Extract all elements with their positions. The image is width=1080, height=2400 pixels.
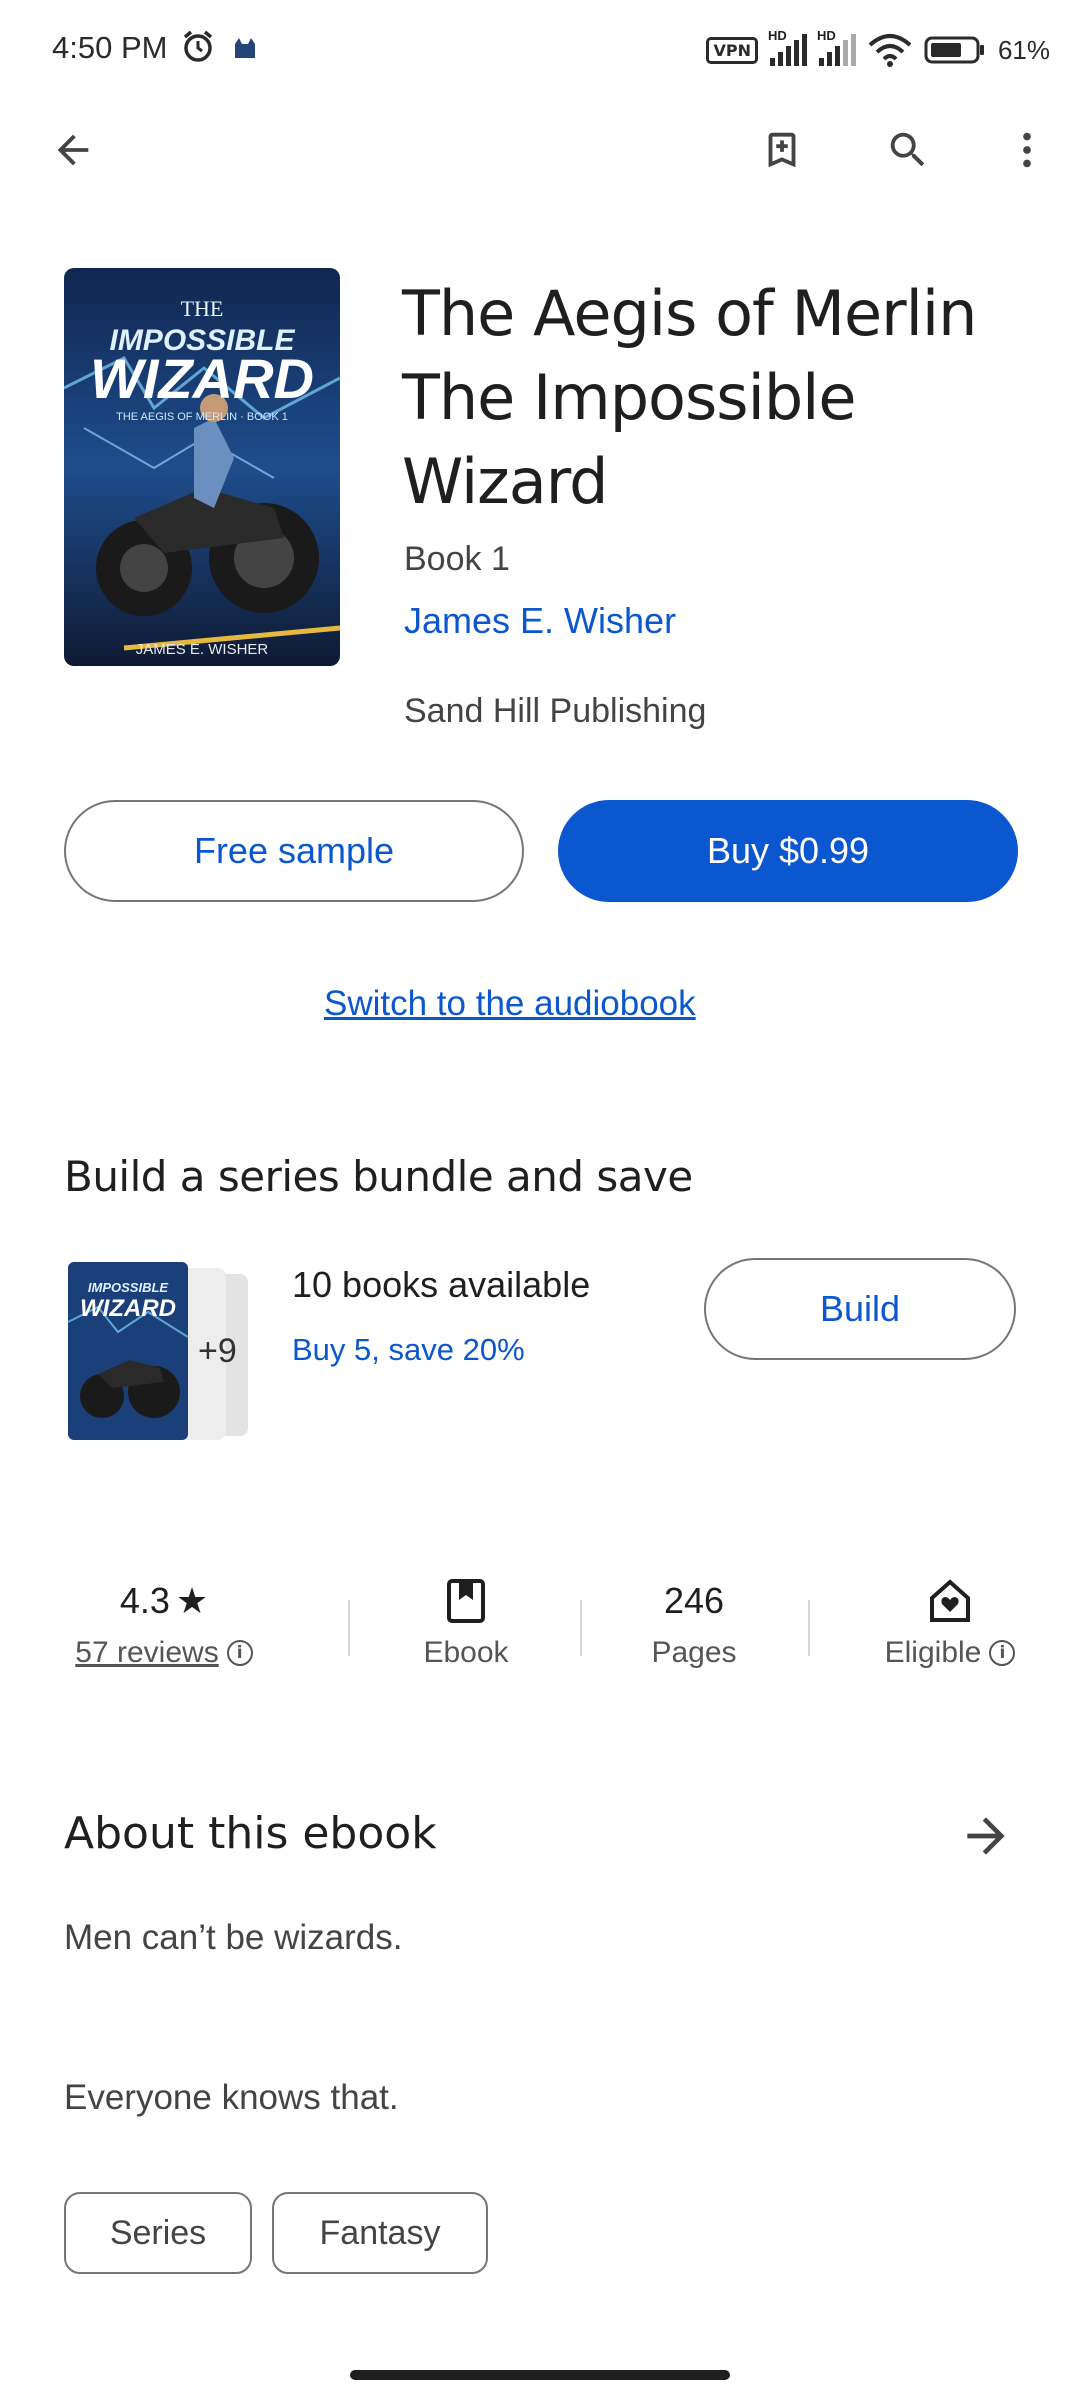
svg-text:WIZARD: WIZARD xyxy=(90,347,314,410)
description-line: Everyone knows that. xyxy=(64,2078,399,2117)
author-link[interactable]: James E. Wisher xyxy=(404,600,676,642)
book-cover[interactable]: THE IMPOSSIBLE WIZARD THE AEGIS OF MERLI… xyxy=(64,268,340,666)
series-link[interactable]: Book 1 xyxy=(404,540,510,579)
rating-value-row: 4.3 ★ xyxy=(44,1576,284,1626)
status-time: 4:50 PM xyxy=(52,30,168,65)
svg-text:THE: THE xyxy=(181,296,224,321)
app-notification-icon xyxy=(235,38,255,58)
wifi-icon xyxy=(868,34,912,67)
battery-percent: 61% xyxy=(997,34,1050,65)
status-icons: VPN HD HD 61% xyxy=(706,28,1050,70)
info-icon[interactable]: i xyxy=(989,1640,1016,1666)
svg-text:IMPOSSIBLE: IMPOSSIBLE xyxy=(88,1280,169,1295)
family-library-icon xyxy=(930,1579,970,1622)
svg-text:JAMES E. WISHER: JAMES E. WISHER xyxy=(136,641,269,658)
alarm-icon xyxy=(183,30,213,62)
pages-label: Pages xyxy=(651,1636,737,1669)
publisher-name: Sand Hill Publishing xyxy=(404,692,707,730)
free-sample-button[interactable]: Free sample xyxy=(64,800,524,902)
pages-stat: 246 Pages xyxy=(574,1576,814,1670)
bundle-thumbnail[interactable]: WIZARD IMPOSSIBLE +9 xyxy=(64,1260,252,1444)
info-icon[interactable]: i xyxy=(226,1640,253,1666)
bookmark-add-icon xyxy=(768,132,796,168)
description-line: Men can’t be wizards. xyxy=(64,1918,403,1957)
rating-value: 4.3 xyxy=(119,1580,170,1621)
eligible-label: Eligible xyxy=(884,1636,982,1669)
book-cover-art: THE IMPOSSIBLE WIZARD THE AEGIS OF MERLI… xyxy=(64,268,340,666)
home-indicator[interactable] xyxy=(350,2370,730,2380)
add-to-wishlist-button[interactable] xyxy=(722,80,842,220)
bundle-heading[interactable]: Build a series bundle and save xyxy=(64,1152,693,1201)
svg-text:WIZARD: WIZARD xyxy=(80,1295,176,1322)
ebook-icon xyxy=(447,1579,485,1623)
switch-to-audiobook-link[interactable]: Switch to the audiobook xyxy=(324,984,696,1024)
format-stat: Ebook xyxy=(346,1576,586,1670)
battery-icon xyxy=(924,36,984,64)
star-icon: ★ xyxy=(175,1580,209,1621)
genre-chip-series[interactable]: Series xyxy=(64,2192,252,2274)
svg-text:THE AEGIS OF MERLIN · BOOK 1: THE AEGIS OF MERLIN · BOOK 1 xyxy=(116,411,288,423)
pages-value: 246 xyxy=(663,1580,725,1621)
buy-button[interactable]: Buy $0.99 xyxy=(558,800,1018,902)
arrow-forward-icon[interactable] xyxy=(958,1808,1014,1864)
rating-stat[interactable]: 4.3 ★ 57 reviews i xyxy=(44,1576,284,1670)
vpn-icon: VPN xyxy=(706,36,758,64)
about-heading[interactable]: About this ebook xyxy=(64,1808,437,1859)
book-title: The Aegis of Merlin The Impossible Wizar… xyxy=(402,277,977,518)
search-icon xyxy=(890,132,925,167)
genre-chip-fantasy[interactable]: Fantasy xyxy=(272,2192,488,2274)
reviews-count[interactable]: 57 reviews xyxy=(75,1636,218,1670)
build-bundle-button[interactable]: Build xyxy=(704,1258,1016,1360)
back-button[interactable] xyxy=(0,80,146,220)
bundle-book-count: 10 books available xyxy=(292,1264,591,1305)
search-button[interactable] xyxy=(848,80,968,220)
format-label: Ebook xyxy=(423,1636,509,1669)
more-options-button[interactable] xyxy=(974,80,1080,220)
stat-divider xyxy=(808,1600,810,1656)
more-vert-icon xyxy=(1023,132,1031,168)
bundle-cover: WIZARD IMPOSSIBLE xyxy=(68,1262,188,1440)
signal-icon-2: HD xyxy=(817,28,856,66)
bundle-more-count: +9 xyxy=(198,1332,237,1370)
hd-label-2: HD xyxy=(816,28,836,43)
arrow-back-icon xyxy=(57,134,89,166)
bundle-save-offer: Buy 5, save 20% xyxy=(292,1332,525,1367)
signal-icon: HD xyxy=(768,28,807,66)
hd-label: HD xyxy=(767,28,787,43)
eligible-stat[interactable]: Eligible i xyxy=(830,1576,1070,1670)
